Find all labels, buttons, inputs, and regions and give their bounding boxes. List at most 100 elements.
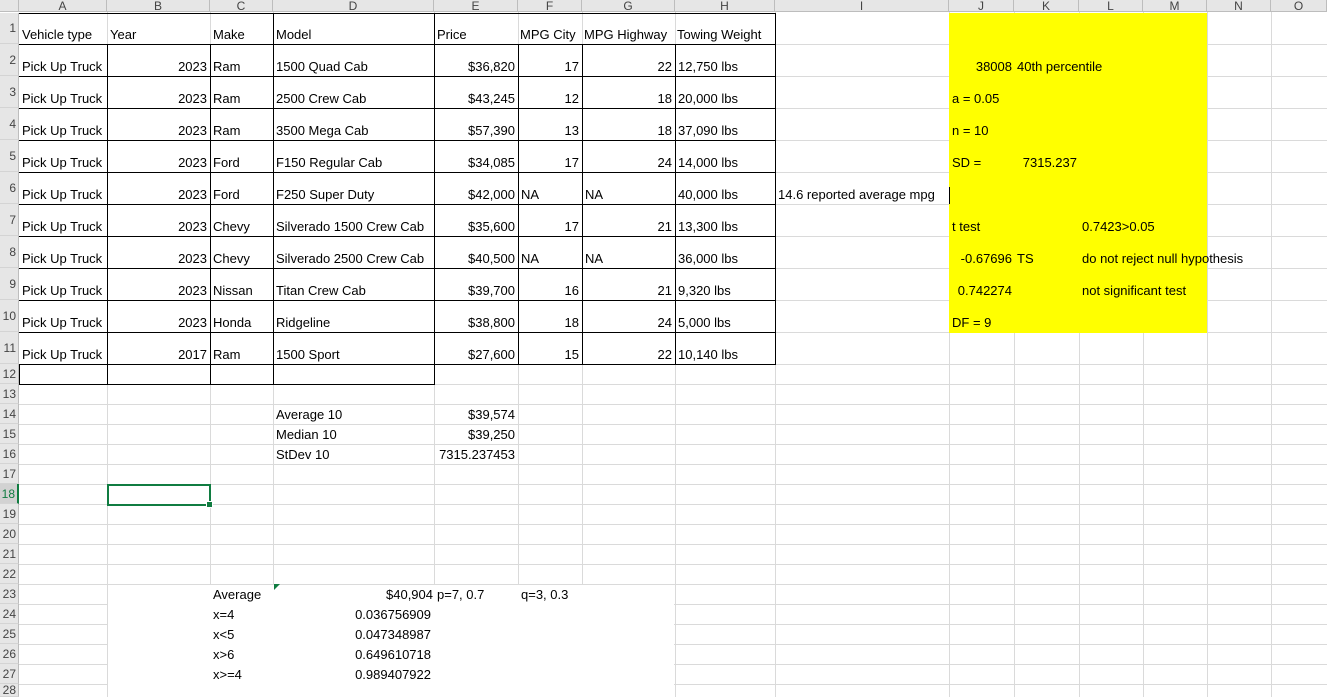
vehicle-type-cell[interactable]: Pick Up Truck bbox=[22, 91, 102, 107]
binomial-value-cell[interactable]: 0.649610718 bbox=[274, 647, 431, 663]
make-cell[interactable]: Honda bbox=[213, 315, 251, 331]
price-cell[interactable]: $39,700 bbox=[434, 283, 515, 299]
mpg-highway-cell[interactable]: 24 bbox=[582, 315, 672, 331]
year-cell[interactable]: 2023 bbox=[107, 283, 207, 299]
column-header-l[interactable]: L bbox=[1079, 0, 1143, 12]
column-header-a[interactable]: A bbox=[19, 0, 107, 12]
mpg-city-cell[interactable]: 13 bbox=[518, 123, 579, 139]
column-header-h[interactable]: H bbox=[675, 0, 775, 12]
header-price[interactable]: Price bbox=[437, 27, 467, 43]
header-model[interactable]: Model bbox=[276, 27, 311, 43]
price-cell[interactable]: $36,820 bbox=[434, 59, 515, 75]
mpg-highway-cell[interactable]: 18 bbox=[582, 123, 672, 139]
header-mpg-city[interactable]: MPG City bbox=[520, 27, 576, 43]
vehicle-type-cell[interactable]: Pick Up Truck bbox=[22, 155, 102, 171]
header-vehicle-type[interactable]: Vehicle type bbox=[22, 27, 92, 43]
significance-cell[interactable]: not significant test bbox=[1082, 283, 1186, 299]
price-cell[interactable]: $57,390 bbox=[434, 123, 515, 139]
n-cell[interactable]: n = 10 bbox=[952, 123, 989, 139]
column-header-n[interactable]: N bbox=[1207, 0, 1271, 12]
row-header-19[interactable]: 19 bbox=[0, 504, 19, 524]
towing-weight-cell[interactable]: 37,090 lbs bbox=[678, 123, 738, 139]
model-cell[interactable]: Silverado 1500 Crew Cab bbox=[276, 219, 424, 235]
vehicle-type-cell[interactable]: Pick Up Truck bbox=[22, 59, 102, 75]
make-cell[interactable]: Ford bbox=[213, 187, 240, 203]
model-cell[interactable]: F150 Regular Cab bbox=[276, 155, 382, 171]
mpg-highway-cell[interactable]: 22 bbox=[582, 59, 672, 75]
active-cell-selection[interactable] bbox=[107, 484, 213, 508]
column-header-i[interactable]: I bbox=[775, 0, 949, 12]
row-header-28[interactable]: 28 bbox=[0, 684, 19, 697]
row-header-26[interactable]: 26 bbox=[0, 644, 19, 664]
column-header-c[interactable]: C bbox=[210, 0, 273, 12]
vehicle-type-cell[interactable]: Pick Up Truck bbox=[22, 187, 102, 203]
mpg-highway-cell[interactable]: NA bbox=[585, 251, 603, 267]
vehicle-type-cell[interactable]: Pick Up Truck bbox=[22, 315, 102, 331]
alpha-cell[interactable]: a = 0.05 bbox=[952, 91, 999, 107]
model-cell[interactable]: 3500 Mega Cab bbox=[276, 123, 369, 139]
binomial-label-cell[interactable]: x<5 bbox=[213, 627, 234, 643]
model-cell[interactable]: Titan Crew Cab bbox=[276, 283, 366, 299]
mpg-highway-cell[interactable]: 21 bbox=[582, 283, 672, 299]
mpg-city-cell[interactable]: 17 bbox=[518, 219, 579, 235]
column-header-f[interactable]: F bbox=[518, 0, 582, 12]
row-header-25[interactable]: 25 bbox=[0, 624, 19, 644]
row-header-16[interactable]: 16 bbox=[0, 444, 19, 464]
row-header-11[interactable]: 11 bbox=[0, 332, 19, 364]
header-make[interactable]: Make bbox=[213, 27, 245, 43]
column-header-d[interactable]: D bbox=[273, 0, 434, 12]
stdev-value-cell[interactable]: 7315.237453 bbox=[434, 447, 515, 463]
binomial-value-cell[interactable]: 0.047348987 bbox=[274, 627, 431, 643]
mpg-highway-cell[interactable]: 22 bbox=[582, 347, 672, 363]
make-cell[interactable]: Chevy bbox=[213, 219, 250, 235]
mpg-highway-cell[interactable]: NA bbox=[585, 187, 603, 203]
select-all-corner[interactable] bbox=[0, 0, 19, 12]
year-cell[interactable]: 2023 bbox=[107, 187, 207, 203]
row-header-14[interactable]: 14 bbox=[0, 404, 19, 424]
make-cell[interactable]: Ram bbox=[213, 347, 240, 363]
year-cell[interactable]: 2023 bbox=[107, 315, 207, 331]
row-header-18[interactable]: 18 bbox=[0, 484, 19, 504]
year-cell[interactable]: 2023 bbox=[107, 59, 207, 75]
model-cell[interactable]: 1500 Sport bbox=[276, 347, 340, 363]
row-header-20[interactable]: 20 bbox=[0, 524, 19, 544]
p-cell[interactable]: p=7, 0.7 bbox=[437, 587, 484, 603]
q-cell[interactable]: q=3, 0.3 bbox=[521, 587, 568, 603]
towing-weight-cell[interactable]: 13,300 lbs bbox=[678, 219, 738, 235]
vehicle-type-cell[interactable]: Pick Up Truck bbox=[22, 251, 102, 267]
mpg-city-cell[interactable]: NA bbox=[521, 187, 539, 203]
make-cell[interactable]: Chevy bbox=[213, 251, 250, 267]
mpg-city-cell[interactable]: 12 bbox=[518, 91, 579, 107]
model-cell[interactable]: Silverado 2500 Crew Cab bbox=[276, 251, 424, 267]
column-header-o[interactable]: O bbox=[1271, 0, 1327, 12]
binomial-value-cell[interactable]: 0.989407922 bbox=[274, 667, 431, 683]
price-cell[interactable]: $42,000 bbox=[434, 187, 515, 203]
model-cell[interactable]: 1500 Quad Cab bbox=[276, 59, 368, 75]
price-cell[interactable]: $35,600 bbox=[434, 219, 515, 235]
year-cell[interactable]: 2023 bbox=[107, 251, 207, 267]
towing-weight-cell[interactable]: 40,000 lbs bbox=[678, 187, 738, 203]
vehicle-type-cell[interactable]: Pick Up Truck bbox=[22, 347, 102, 363]
price-cell[interactable]: $40,500 bbox=[434, 251, 515, 267]
binomial-average-label-cell[interactable]: Average bbox=[213, 587, 261, 603]
row-header-3[interactable]: 3 bbox=[0, 76, 19, 108]
towing-weight-cell[interactable]: 20,000 lbs bbox=[678, 91, 738, 107]
model-cell[interactable]: 2500 Crew Cab bbox=[276, 91, 366, 107]
binomial-label-cell[interactable]: x>=4 bbox=[213, 667, 242, 683]
header-mpg-highway[interactable]: MPG Highway bbox=[584, 27, 667, 43]
vehicle-type-cell[interactable]: Pick Up Truck bbox=[22, 123, 102, 139]
year-cell[interactable]: 2023 bbox=[107, 219, 207, 235]
make-cell[interactable]: Ram bbox=[213, 91, 240, 107]
row-header-2[interactable]: 2 bbox=[0, 44, 19, 76]
row-header-15[interactable]: 15 bbox=[0, 424, 19, 444]
towing-weight-cell[interactable]: 9,320 lbs bbox=[678, 283, 731, 299]
mpg-highway-cell[interactable]: 21 bbox=[582, 219, 672, 235]
model-cell[interactable]: Ridgeline bbox=[276, 315, 330, 331]
binomial-average-value-cell[interactable]: $40,904 bbox=[274, 587, 433, 603]
towing-weight-cell[interactable]: 10,140 lbs bbox=[678, 347, 738, 363]
mpg-city-cell[interactable]: 17 bbox=[518, 155, 579, 171]
mpg-city-cell[interactable]: NA bbox=[521, 251, 539, 267]
compare-cell[interactable]: 0.7423>0.05 bbox=[1082, 219, 1155, 235]
binomial-label-cell[interactable]: x=4 bbox=[213, 607, 234, 623]
vehicle-type-cell[interactable]: Pick Up Truck bbox=[22, 283, 102, 299]
